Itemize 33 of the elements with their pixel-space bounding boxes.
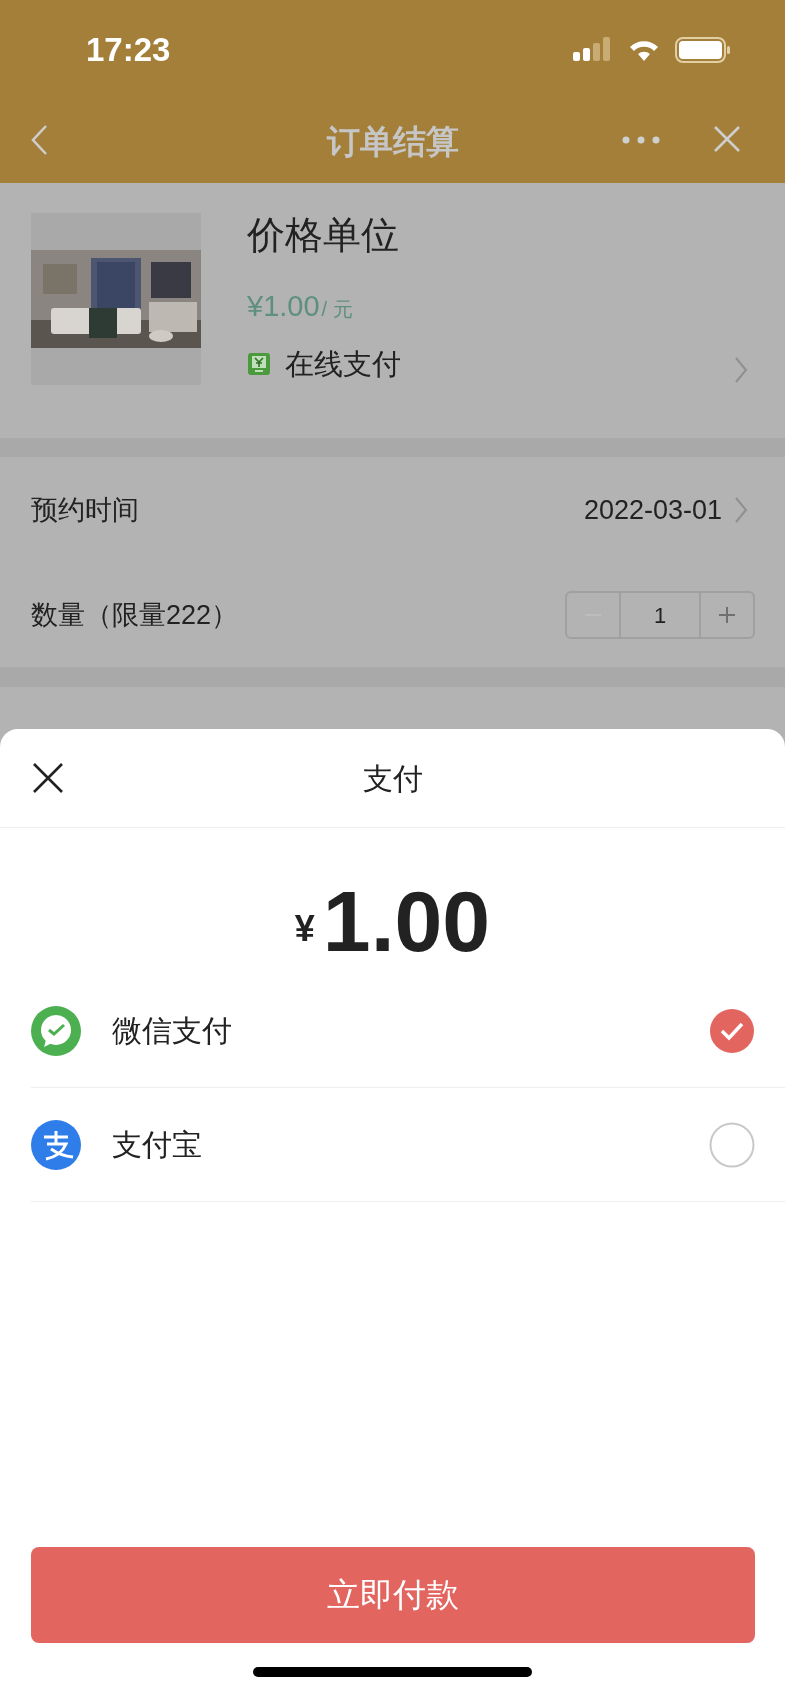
- product-price: ¥1.00: [247, 289, 320, 324]
- quantity-value: 1: [652, 601, 668, 630]
- close-button[interactable]: [31, 761, 65, 795]
- chevron-right-icon: [734, 356, 748, 384]
- radio-checked-icon[interactable]: [709, 1007, 755, 1054]
- back-icon: [30, 124, 48, 156]
- payment-method-name: 微信支付: [112, 1013, 233, 1049]
- payment-type: 在线支付: [285, 346, 401, 382]
- page-title: 订单结算: [326, 121, 459, 162]
- booking-date: 2022-03-01: [583, 493, 722, 527]
- currency-symbol: ¥: [294, 907, 315, 951]
- plus-icon: [719, 607, 735, 623]
- alipay-icon: [31, 1119, 81, 1170]
- close-icon: [713, 125, 741, 153]
- price-unit: / 元: [321, 297, 353, 322]
- battery-icon: [675, 36, 731, 64]
- close-icon: [32, 762, 64, 794]
- chat-bubble-icon: [31, 1005, 81, 1056]
- booking-label: 预约时间: [31, 493, 139, 527]
- payment-amount: 1.00: [322, 876, 491, 966]
- payment-method-name: 支付宝: [112, 1127, 203, 1163]
- payment-method-row[interactable]: 支付宝: [31, 1088, 785, 1202]
- sheet-title: 支付: [362, 760, 423, 797]
- signal-icon: [573, 36, 613, 64]
- status-time: 17:23: [86, 30, 171, 71]
- payment-icon: [247, 352, 271, 377]
- radio-button-icon[interactable]: [709, 1121, 755, 1168]
- more-icon: [622, 136, 660, 144]
- product-title: 价格单位: [247, 213, 400, 257]
- chevron-right-icon: [734, 496, 748, 524]
- quantity-label: 数量（限量222）: [31, 598, 239, 632]
- payment-method-row[interactable]: 微信支付: [31, 974, 785, 1088]
- booking-row[interactable]: 预约时间 2022-03-01: [0, 457, 785, 563]
